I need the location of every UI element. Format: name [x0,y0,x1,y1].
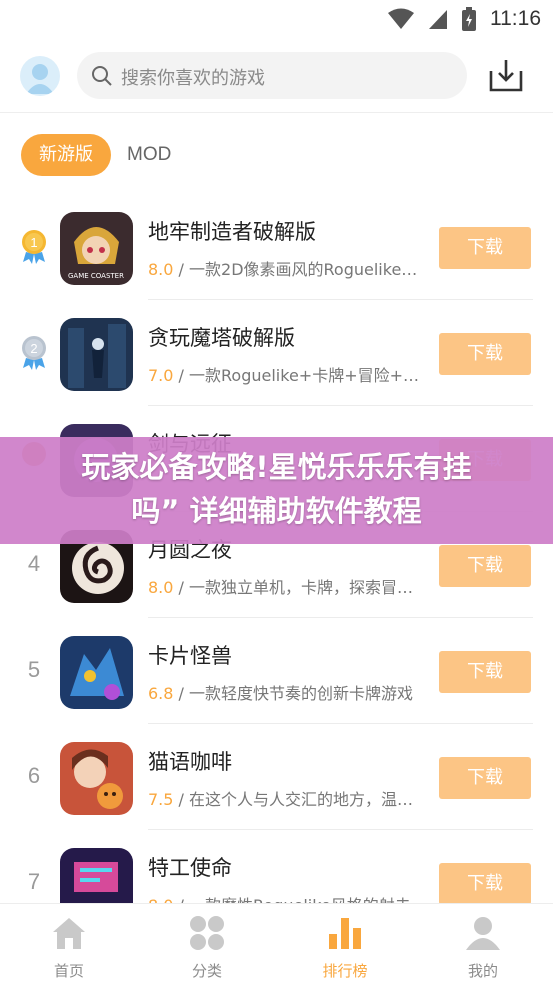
download-button[interactable]: 下载 [439,333,531,375]
search-placeholder: 搜索你喜欢的游戏 [121,68,265,89]
rank-number: 7 [27,869,41,894]
bottom-nav: 首页 分类 排行榜 我的 [0,903,553,983]
game-description: / 一款独立单机，卡牌，探索冒险游戏 [178,578,428,597]
download-button[interactable]: 下载 [439,227,531,269]
status-bar: 11:16 [0,0,553,38]
game-name: 地牢制造者破解版 [148,220,316,244]
game-score: 7.0 [148,366,174,385]
tab-mod[interactable]: MOD [127,134,171,176]
nav-category-label: 分类 [191,962,222,980]
game-score: 6.8 [148,684,174,703]
nav-home-label: 首页 [53,962,84,980]
rank-number: 5 [27,657,41,682]
game-score: 7.5 [148,790,174,809]
game-meta: 7.5 / 在这个人与人交汇的地方，温暖的故事 [148,786,428,810]
nav-ranking-label: 排行榜 [322,962,368,980]
game-meta: 7.0 / 一款Roguelike+卡牌+冒险+策略 [148,362,428,386]
game-row-1[interactable]: 1 GAME COASTER 地牢制造者破解版 8.0 / 一款2D像素画风的R… [0,194,553,300]
svg-text:1: 1 [30,235,37,250]
game-thumbnail[interactable] [60,318,133,391]
rank-number: 6 [27,763,41,788]
profile-icon [466,917,500,950]
avatar[interactable] [20,56,60,96]
promo-banner[interactable]: 玩家必备攻略!星悦乐乐乐有挂 吗” 详细辅助软件教程 [0,437,553,544]
avatar-icon [26,64,54,94]
game-meta: 8.0 / 一款2D像素画风的Roguelike地牢建造游戏 [148,256,428,280]
gold-medal-icon: 1 [22,230,46,264]
nav-profile[interactable]: 我的 [428,914,538,981]
game-thumbnail[interactable] [60,636,133,709]
home-icon [53,918,85,949]
nav-profile-label: 我的 [467,962,498,980]
game-description: / 一款Roguelike+卡牌+冒险+策略 [178,366,428,385]
game-name: 卡片怪兽 [148,644,232,668]
game-description: / 一款2D像素画风的Roguelike地牢建造游戏 [178,260,428,279]
signal-icon [429,10,447,29]
battery-icon [462,7,476,31]
game-row-2[interactable]: 2 贪玩魔塔破解版 7.0 / 一款Roguelike+卡牌+冒险+策略 下载 [0,300,553,406]
game-name: 贪玩魔塔破解版 [148,326,295,350]
game-name: 特工使命 [148,856,232,880]
game-thumbnail[interactable]: GAME COASTER [60,212,133,285]
game-name: 猫语咖啡 [148,750,232,774]
svg-text:2: 2 [30,341,37,356]
rank-number: 4 [27,551,41,576]
ranking-icon [329,918,361,949]
download-manager-icon[interactable] [488,57,524,93]
game-meta: 8.0 / 一款独立单机，卡牌，探索冒险游戏 [148,574,428,598]
download-button[interactable]: 下载 [439,651,531,693]
game-score: 8.0 [148,260,174,279]
game-meta: 6.8 / 一款轻度快节奏的创新卡牌游戏 [148,680,428,704]
download-button[interactable]: 下载 [439,863,531,905]
game-ranking-list: 1 GAME COASTER 地牢制造者破解版 8.0 / 一款2D像素画风的R… [0,194,553,936]
category-icon [190,916,224,950]
nav-category[interactable]: 分类 [152,914,262,981]
search-icon [92,66,112,86]
game-description: / 一款轻度快节奏的创新卡牌游戏 [178,684,414,703]
game-description: / 在这个人与人交汇的地方，温暖的故事 [178,790,428,809]
wifi-icon [388,8,414,29]
thumbnail-label: GAME COASTER [68,272,124,280]
banner-line-1: 玩家必备攻略!星悦乐乐乐有挂 [81,450,472,484]
download-button[interactable]: 下载 [439,545,531,587]
header-divider [0,112,553,113]
game-row-5[interactable]: 5 卡片怪兽 6.8 / 一款轻度快节奏的创新卡牌游戏 下载 [0,618,553,724]
nav-home[interactable]: 首页 [14,914,124,981]
status-time: 11:16 [490,7,541,30]
banner-text: 玩家必备攻略!星悦乐乐乐有挂 吗” 详细辅助软件教程 [0,445,553,533]
banner-line-2: 吗” 详细辅助软件教程 [131,494,422,528]
game-thumbnail[interactable] [60,742,133,815]
nav-ranking[interactable]: 排行榜 [290,914,400,981]
game-score: 8.0 [148,578,174,597]
search-input[interactable]: 搜索你喜欢的游戏 [77,52,467,99]
game-row-6[interactable]: 6 猫语咖啡 7.5 / 在这个人与人交汇的地方，温暖的故事 下载 [0,724,553,830]
download-button[interactable]: 下载 [439,757,531,799]
silver-medal-icon: 2 [22,336,46,370]
tab-new-games[interactable]: 新游版 [21,134,111,176]
